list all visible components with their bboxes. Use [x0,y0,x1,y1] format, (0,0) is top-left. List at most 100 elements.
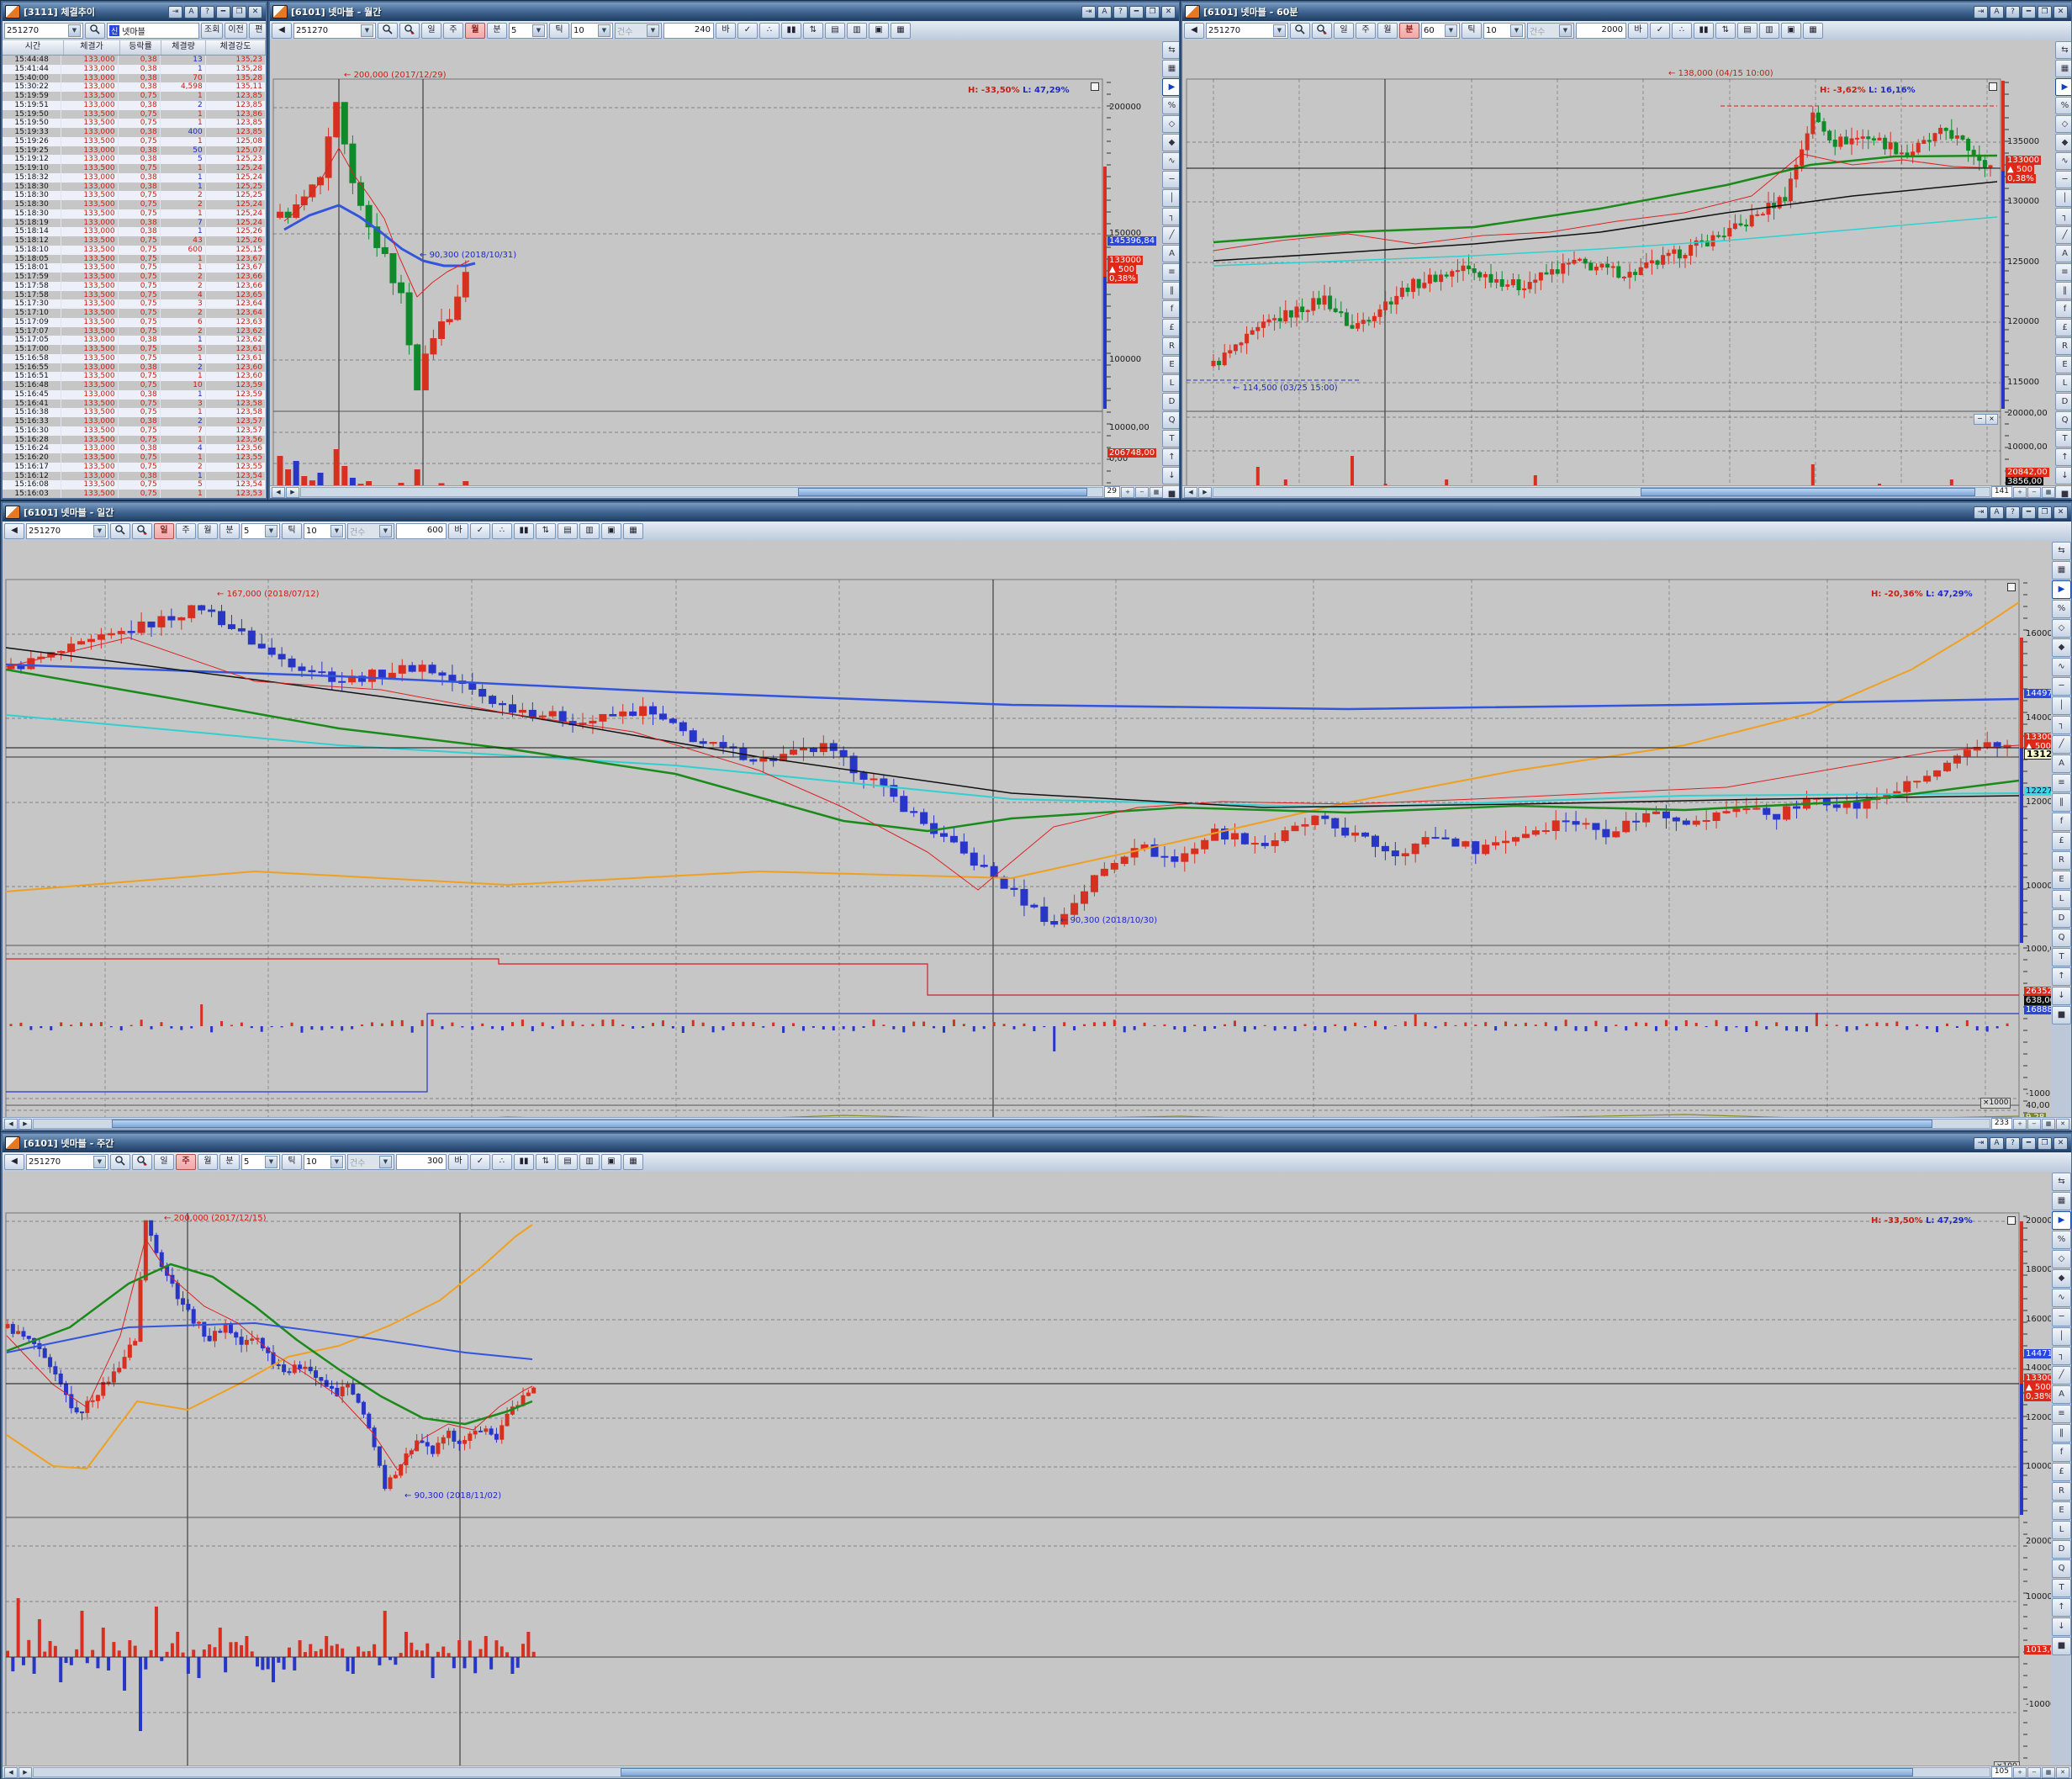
scrollbar-track[interactable] [300,487,1103,497]
sync-icon[interactable]: ⇆ [1162,41,1179,59]
func-r-icon[interactable]: R [2055,337,2071,355]
arrow-down-icon[interactable]: ↓ [2055,467,2071,484]
lines-icon[interactable]: ≡ [1162,263,1179,281]
font-icon[interactable]: A [1990,1137,2004,1150]
arrow-up-icon[interactable]: ↑ [1162,448,1179,466]
square-icon[interactable]: ■ [2055,485,2071,498]
bar-unit-button[interactable]: 바 [716,23,736,39]
step-icon[interactable]: ┐ [1162,208,1179,225]
new-doc-icon[interactable]: ▤ [558,523,578,539]
help-icon[interactable]: ? [1113,6,1128,19]
tick-button[interactable]: 틱 [1462,23,1482,39]
search-button[interactable] [110,1154,130,1170]
search-recent-button[interactable] [132,1154,152,1170]
scroll-left-icon[interactable]: ◀ [272,487,285,498]
detach-icon[interactable]: ⇥ [1974,506,1988,519]
period-week-button[interactable]: 주 [176,523,196,539]
func-f-icon[interactable]: f [1162,300,1179,318]
stock-name-input[interactable]: 신넷마블 [107,23,199,39]
arrow-down-icon[interactable]: ↓ [1162,467,1179,484]
grid-icon[interactable]: ▦ [623,1154,643,1170]
visible-bar-count[interactable]: 105 [1991,1766,2012,1778]
period-day-button[interactable]: 일 [154,523,174,539]
chart-canvas[interactable] [1182,40,2071,498]
quote-icon[interactable]: Q [2052,929,2071,947]
func-f-icon[interactable]: f [2052,1443,2071,1462]
chart-style-icon[interactable]: ✓ [470,523,490,539]
close-pane-icon[interactable]: ✕ [2056,1119,2069,1130]
period-week-button[interactable]: 주 [443,23,463,39]
sort-updown-icon[interactable]: ⇅ [1715,23,1736,39]
prev-stock-button[interactable]: ◀ [4,1154,24,1170]
quote-icon[interactable]: Q [2055,411,2071,429]
vline-icon[interactable]: │ [2052,696,2071,715]
chart-style-icon[interactable]: ✓ [470,1154,490,1170]
env-e-icon[interactable]: E [1162,356,1179,373]
titlebar[interactable]: [6101] 넷마블 - 일간⇥A?━❐✕ [3,503,2071,522]
hline-icon[interactable]: ─ [2052,677,2071,696]
func-r-icon[interactable]: R [1162,337,1179,355]
text-a-icon[interactable]: A [2055,245,2071,262]
close-icon[interactable]: ✕ [1161,6,1176,19]
lh-icon[interactable]: L [2052,1521,2071,1539]
arrow-up-icon[interactable]: ↑ [2052,1598,2071,1617]
volume-bars-icon[interactable]: ▮▮ [514,523,534,539]
bar-count-input[interactable]: 600 [396,523,447,539]
sync-icon[interactable]: ⇆ [2052,1173,2071,1191]
fit-icon[interactable]: ▦ [2042,1119,2055,1130]
pane-restore-icon[interactable] [2007,1216,2016,1225]
d-chart-icon[interactable]: D [2052,1540,2071,1559]
sync-icon[interactable]: ⇆ [2055,41,2071,59]
font-icon[interactable]: A [1990,6,2004,19]
diamond-icon[interactable]: ◇ [2055,115,2071,133]
new-doc-icon[interactable]: ▤ [1737,23,1758,39]
period-minute-button[interactable]: 분 [219,1154,240,1170]
report-icon[interactable]: ▣ [601,523,621,539]
scrollbar-track[interactable] [33,1767,1990,1777]
new-doc-icon[interactable]: ▤ [558,1154,578,1170]
bar-count-input[interactable]: 300 [396,1154,447,1170]
cursor-icon[interactable]: ▶ [2052,1211,2071,1230]
titlebar[interactable]: [6101] 넷마블 - 주간⇥A?━❐✕ [3,1134,2071,1152]
percent-icon[interactable]: % [2052,1231,2071,1249]
period-minute-button[interactable]: 분 [1399,23,1419,39]
parallel-icon[interactable]: ‖ [2052,1424,2071,1443]
scrollbar-thumb[interactable] [621,1768,1913,1776]
fit-icon[interactable]: ▦ [1150,487,1163,498]
env-e-icon[interactable]: E [2055,356,2071,373]
volume-bars-icon[interactable]: ▮▮ [781,23,801,39]
pane-restore-icon[interactable] [1989,82,1997,91]
diamond2-icon[interactable]: ◆ [2055,134,2071,151]
zoom-out-icon[interactable]: − [2027,1119,2041,1130]
text-a-icon[interactable]: A [2052,1385,2071,1404]
diamond2-icon[interactable]: ◆ [1162,134,1179,151]
chart-canvas[interactable] [3,1172,2071,1778]
lh-icon[interactable]: L [2055,374,2071,392]
text-a-icon[interactable]: A [1162,245,1179,262]
stock-code-combo[interactable]: 251270▼ [1206,23,1288,39]
font-icon[interactable]: A [1990,506,2004,519]
step-icon[interactable]: ┐ [2052,1347,2071,1365]
maximize-icon[interactable]: ❐ [2038,6,2052,19]
grid-icon[interactable]: ▦ [623,523,643,539]
zoom-in-icon[interactable]: + [2013,1119,2027,1130]
report-icon[interactable]: ▣ [869,23,889,39]
bar-count-input[interactable]: 2000 [1576,23,1626,39]
search-recent-button[interactable] [132,523,152,539]
minimize-icon[interactable]: ━ [2022,506,2036,519]
chart-style-icon[interactable]: ✓ [737,23,758,39]
diamond-icon[interactable]: ◇ [2052,1250,2071,1268]
minimize-icon[interactable]: ━ [2022,6,2036,19]
zoom-out-icon[interactable]: − [2027,487,2041,498]
close-icon[interactable]: ✕ [2054,1137,2068,1150]
fit-icon[interactable]: ▦ [2042,487,2055,498]
func-fl-icon[interactable]: £ [2052,832,2071,850]
minute-value-combo[interactable]: 5▼ [241,523,280,539]
maximize-icon[interactable]: ❐ [1145,6,1160,19]
zoom-out-icon[interactable]: − [1135,487,1149,498]
close-icon[interactable]: ✕ [2054,506,2068,519]
chart-style-icon[interactable]: ✓ [1650,23,1670,39]
titlebar[interactable]: [6101] 넷마블 - 월간⇥A?━❐✕ [270,3,1179,21]
arrow-up-icon[interactable]: ↑ [2055,448,2071,466]
minimize-icon[interactable]: ━ [1129,6,1144,19]
